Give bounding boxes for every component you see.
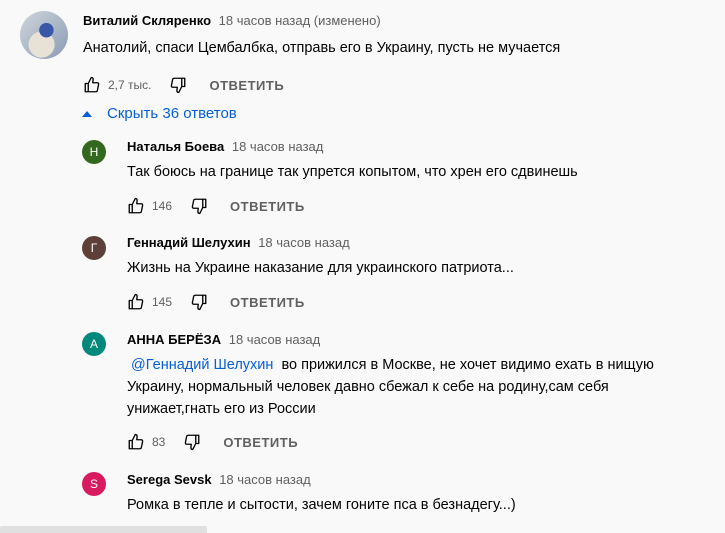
comment-text: Жизнь на Украине наказание для украинско…: [127, 260, 514, 276]
comment-actions: 145 ОТВЕТИТЬ: [127, 292, 305, 312]
comment-header: Наталья Боева 18 часов назад: [127, 139, 323, 154]
comment-time[interactable]: 18 часов назад (изменено): [219, 13, 381, 28]
mention-link[interactable]: @Геннадий Шелухин: [131, 357, 273, 373]
reply-button[interactable]: ОТВЕТИТЬ: [223, 435, 298, 450]
comment-actions: 146 ОТВЕТИТЬ: [127, 196, 305, 216]
comment-author[interactable]: АННА БЕРЁЗА: [127, 332, 221, 347]
avatar[interactable]: S: [82, 472, 106, 496]
comment-actions: 83 ОТВЕТИТЬ: [127, 432, 298, 452]
comment-header: Геннадий Шелухин 18 часов назад: [127, 235, 350, 250]
comment-text: Ромка в тепле и сытости, зачем гоните пс…: [127, 497, 516, 513]
comment-author[interactable]: Геннадий Шелухин: [127, 235, 251, 250]
comment-header: АННА БЕРЁЗА 18 часов назад: [127, 332, 320, 347]
comment-header: Serega Sevsk 18 часов назад: [127, 472, 311, 487]
thumbs-up-icon[interactable]: [127, 293, 145, 311]
comment-time[interactable]: 18 часов назад: [219, 472, 311, 487]
like-count: 145: [152, 295, 173, 309]
reply-button[interactable]: ОТВЕТИТЬ: [230, 295, 305, 310]
thumbs-up-icon[interactable]: [83, 76, 101, 94]
comment-time[interactable]: 18 часов назад: [232, 139, 324, 154]
hide-replies-button[interactable]: Скрыть 36 ответов: [82, 105, 237, 122]
avatar[interactable]: А: [82, 332, 106, 356]
comment-time[interactable]: 18 часов назад: [229, 332, 321, 347]
like-count: 83: [152, 435, 166, 449]
thumbs-down-icon[interactable]: [190, 293, 208, 311]
comment-actions: 2,7 тыс. ОТВЕТИТЬ: [83, 75, 284, 95]
like-count: 2,7 тыс.: [108, 78, 152, 92]
like-count: 146: [152, 199, 173, 213]
comment-text: @Геннадий Шелухин во прижился в Москве, …: [127, 354, 662, 420]
horizontal-scrollbar[interactable]: [0, 526, 207, 533]
comment-author[interactable]: Виталий Скляренко: [83, 13, 211, 28]
comment-text: Анатолий, спаси Цембалбка, отправь его в…: [83, 40, 561, 56]
comment-header: Виталий Скляренко 18 часов назад (измене…: [83, 13, 381, 28]
thumbs-down-icon[interactable]: [169, 76, 187, 94]
reply-button[interactable]: ОТВЕТИТЬ: [230, 199, 305, 214]
comment-author[interactable]: Наталья Боева: [127, 139, 224, 154]
avatar[interactable]: [20, 11, 68, 59]
thumbs-down-icon[interactable]: [190, 197, 208, 215]
comment-text: Так боюсь на границе так упрется копытом…: [127, 164, 578, 180]
chevron-up-icon: [82, 110, 92, 117]
hide-replies-label: Скрыть 36 ответов: [107, 105, 237, 122]
avatar[interactable]: Н: [82, 140, 106, 164]
thumbs-up-icon[interactable]: [127, 197, 145, 215]
comment-time[interactable]: 18 часов назад: [258, 235, 350, 250]
thumbs-down-icon[interactable]: [183, 433, 201, 451]
thumbs-up-icon[interactable]: [127, 433, 145, 451]
reply-button[interactable]: ОТВЕТИТЬ: [209, 78, 284, 93]
comment-author[interactable]: Serega Sevsk: [127, 472, 212, 487]
avatar[interactable]: Г: [82, 236, 106, 260]
